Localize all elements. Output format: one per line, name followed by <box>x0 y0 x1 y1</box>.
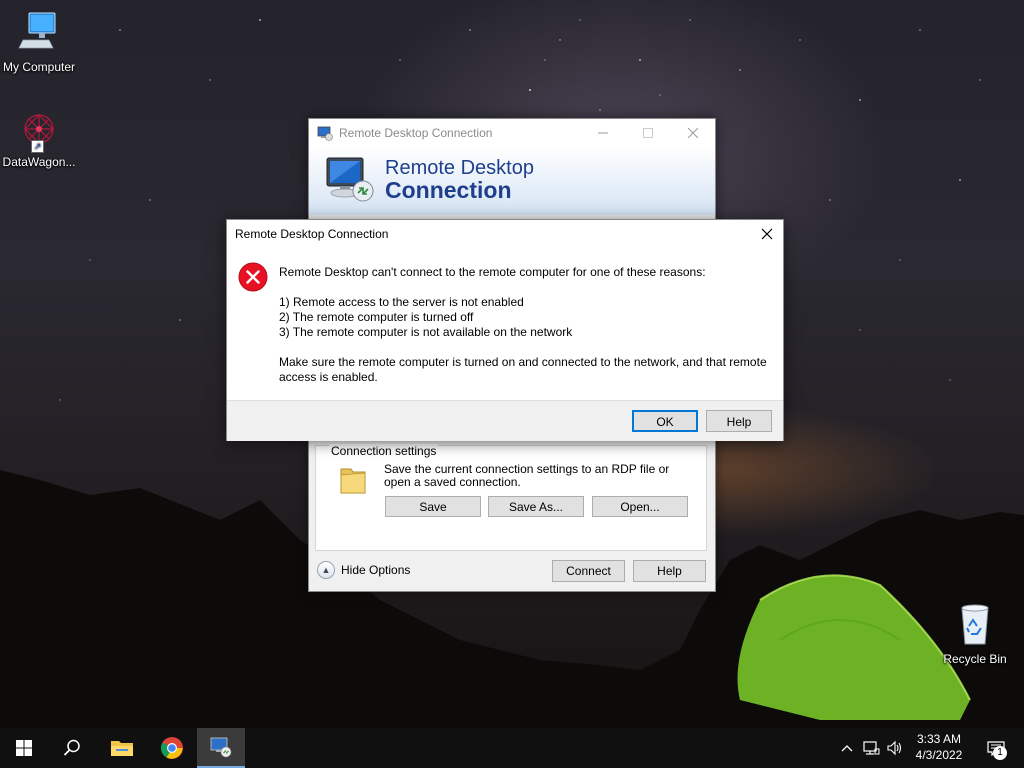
folder-icon <box>340 468 366 494</box>
show-hidden-icons-button[interactable] <box>838 728 856 768</box>
taskbar-remote-desktop[interactable] <box>197 728 245 768</box>
connection-settings-description: Save the current connection settings to … <box>384 462 670 489</box>
start-button[interactable] <box>0 728 48 768</box>
speaker-icon <box>887 740 902 756</box>
search-button[interactable] <box>48 728 96 768</box>
error-dialog-footer: OK Help <box>227 400 783 441</box>
hide-options-toggle[interactable]: ▲ Hide Options <box>317 561 410 579</box>
close-button[interactable] <box>670 119 715 147</box>
computer-icon <box>0 10 79 57</box>
chrome-icon <box>161 737 183 759</box>
minimize-button[interactable] <box>580 119 625 147</box>
error-dialog-title: Remote Desktop Connection <box>235 227 389 241</box>
close-icon <box>687 128 698 138</box>
folder-icon <box>111 741 133 756</box>
clock-date: 4/3/2022 <box>915 748 963 762</box>
action-center-button[interactable]: 1 <box>980 728 1012 768</box>
desktop-icon-label: Recycle Bin <box>943 652 1007 666</box>
shortcut-arrow-icon: ↗ <box>31 140 44 153</box>
error-reason: 3) The remote computer is not available … <box>279 325 573 339</box>
rdc-titlebar[interactable]: Remote Desktop Connection <box>309 119 715 147</box>
error-advice: Make sure the remote computer is turned … <box>279 355 767 384</box>
windows-logo-icon <box>16 740 32 756</box>
error-help-button[interactable]: Help <box>706 410 772 432</box>
save-as-button[interactable]: Save As... <box>488 496 584 517</box>
close-icon <box>761 228 773 240</box>
datawagon-logo-icon: ↗ <box>17 108 61 153</box>
desktop-icon-recycle-bin[interactable]: Recycle Bin <box>935 602 1015 666</box>
error-message: Remote Desktop can't connect to the remo… <box>279 265 706 279</box>
desktop-icon-label: DataWagon... <box>2 155 76 169</box>
remote-desktop-logo-icon <box>326 157 374 202</box>
notification-count-badge: 1 <box>993 746 1007 760</box>
desktop-icon-my-computer[interactable]: My Computer <box>0 10 79 74</box>
maximize-button[interactable] <box>625 119 670 147</box>
rdc-banner: Remote Desktop Connection <box>309 147 715 215</box>
error-message-body: Remote Desktop can't connect to the remo… <box>279 265 774 400</box>
remote-desktop-icon <box>210 737 232 758</box>
rdc-app-icon <box>317 126 333 141</box>
error-reasons-list: 1) Remote access to the server is not en… <box>279 295 774 340</box>
taskbar-chrome[interactable] <box>148 728 196 768</box>
hide-options-label: Hide Options <box>341 563 411 577</box>
volume-button[interactable] <box>884 728 906 768</box>
taskbar: 3:33 AM 4/3/2022 1 <box>0 728 1024 768</box>
network-icon <box>863 741 880 755</box>
error-dialog: Remote Desktop Connection Remote Desktop… <box>226 219 784 441</box>
save-button[interactable]: Save <box>385 496 481 517</box>
error-dialog-close-button[interactable] <box>751 220 783 248</box>
search-icon <box>63 739 80 756</box>
rdc-help-button[interactable]: Help <box>633 560 706 582</box>
error-reason: 1) Remote access to the server is not en… <box>279 295 524 309</box>
rdc-window-title: Remote Desktop Connection <box>339 126 493 140</box>
minimize-icon <box>597 132 608 134</box>
chevron-up-icon: ▲ <box>317 561 335 579</box>
taskbar-file-explorer[interactable] <box>98 728 146 768</box>
error-icon <box>238 262 268 292</box>
error-reason: 2) The remote computer is turned off <box>279 310 474 324</box>
maximize-icon <box>642 128 653 138</box>
recycle-bin-icon <box>935 602 1015 649</box>
network-button[interactable] <box>860 728 882 768</box>
desktop-icon-label: My Computer <box>2 60 76 74</box>
open-button[interactable]: Open... <box>592 496 688 517</box>
connect-button[interactable]: Connect <box>552 560 625 582</box>
taskbar-clock[interactable]: 3:33 AM 4/3/2022 <box>904 731 974 763</box>
desktop-icon-datawagon[interactable]: ↗ DataWagon... <box>0 108 79 169</box>
chevron-up-icon <box>841 745 853 752</box>
clock-time: 3:33 AM <box>916 732 962 746</box>
banner-title-line2: Connection <box>385 177 512 203</box>
connection-settings-legend: Connection settings <box>329 444 439 458</box>
ok-button[interactable]: OK <box>632 410 698 432</box>
